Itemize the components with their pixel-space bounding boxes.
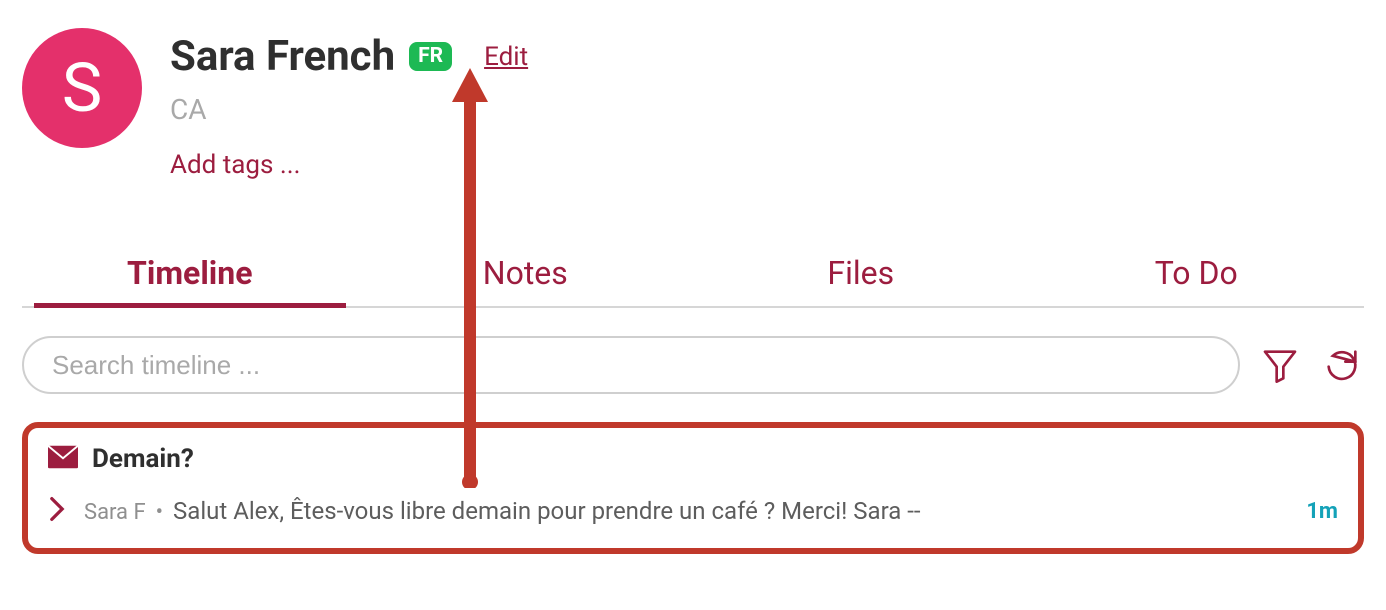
refresh-icon[interactable] — [1320, 343, 1364, 387]
tab-todo[interactable]: To Do — [1029, 254, 1365, 306]
search-row — [22, 336, 1364, 394]
contact-name: Sara French — [170, 32, 395, 81]
mail-icon — [48, 445, 78, 473]
timeline-item[interactable]: Demain? Sara F • Salut Alex, Êtes-vous l… — [22, 422, 1364, 554]
tab-notes[interactable]: Notes — [358, 254, 694, 306]
email-preview: Salut Alex, Êtes-vous libre demain pour … — [173, 497, 921, 525]
avatar-initial: S — [62, 48, 102, 128]
timestamp: 1m — [1306, 499, 1338, 524]
tabs: Timeline Notes Files To Do — [22, 254, 1364, 308]
contact-header: S Sara French FR Edit CA Add tags ... — [22, 28, 1364, 180]
chevron-right-icon[interactable] — [48, 496, 66, 526]
tab-timeline[interactable]: Timeline — [22, 254, 358, 306]
separator-dot: • — [156, 500, 163, 525]
email-sender: Sara F — [84, 500, 146, 525]
edit-link[interactable]: Edit — [484, 42, 528, 72]
email-subject: Demain? — [92, 444, 194, 474]
tab-files[interactable]: Files — [693, 254, 1029, 306]
language-badge: FR — [409, 42, 452, 71]
avatar[interactable]: S — [22, 28, 142, 148]
contact-location: CA — [170, 93, 1364, 126]
search-input[interactable] — [22, 336, 1240, 394]
filter-icon[interactable] — [1258, 343, 1302, 387]
add-tags-button[interactable]: Add tags ... — [170, 150, 1364, 180]
